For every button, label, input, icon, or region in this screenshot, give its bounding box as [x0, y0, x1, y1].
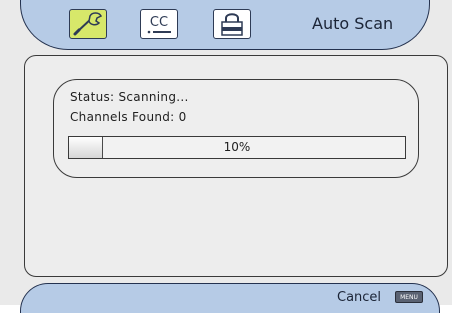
tab-setup[interactable]: [69, 9, 107, 39]
progress-label: 10%: [223, 140, 251, 154]
lock-icon: [221, 13, 243, 36]
scan-progress-bar: 10%: [68, 136, 406, 159]
tv-menu-screen: CC Auto Scan Status: Scanning... Channel…: [0, 0, 452, 313]
cc-label: CC: [150, 15, 168, 30]
cc-icon: CC: [147, 15, 171, 34]
cancel-button[interactable]: Cancel: [337, 290, 381, 305]
tab-closed-captions[interactable]: CC: [140, 9, 178, 39]
menu-key-icon[interactable]: MENU: [395, 291, 423, 303]
scan-status-text: Status: Scanning...: [70, 90, 189, 104]
tab-parental-lock[interactable]: [213, 9, 251, 39]
page-title: Auto Scan: [312, 14, 394, 33]
channels-found-text: Channels Found: 0: [70, 110, 187, 124]
wrench-icon: [73, 12, 103, 36]
